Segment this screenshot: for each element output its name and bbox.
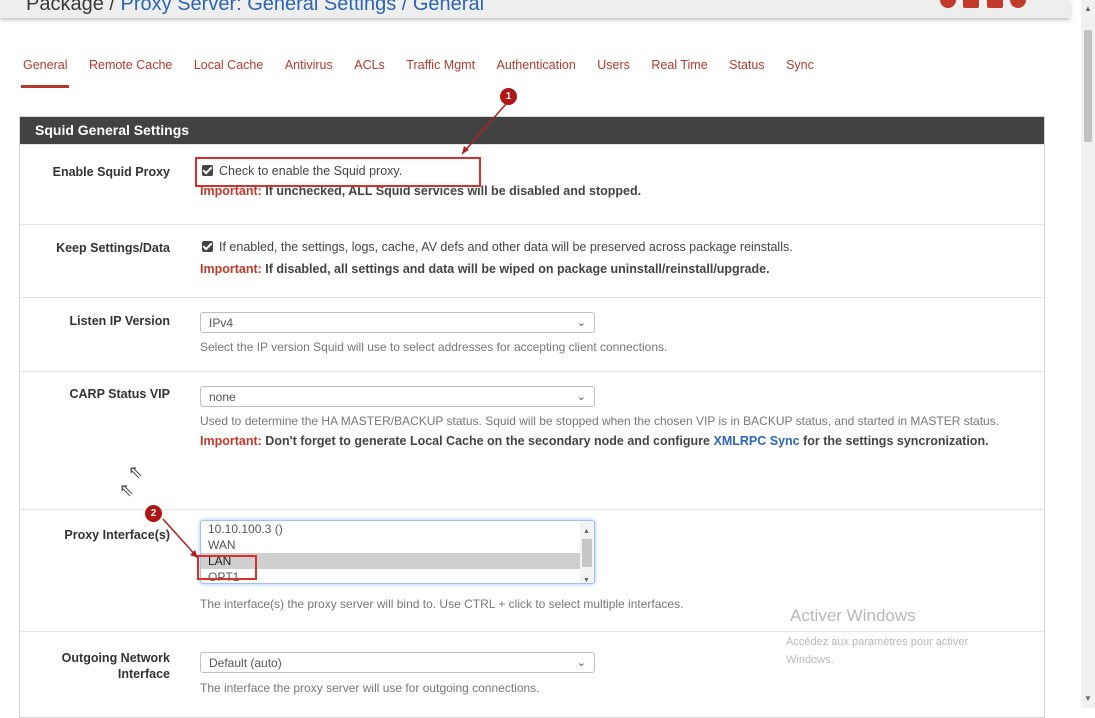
annotation-arrow-1 — [461, 103, 507, 155]
watermark-line-2: Windows. — [786, 654, 834, 666]
annotation-arrow-2 — [162, 518, 199, 559]
annotation-badge-1: 1 — [500, 88, 517, 105]
annotation-arrows — [162, 103, 507, 559]
mouse-cursor-icon: ⇖ — [119, 480, 135, 500]
watermark-line-1: Accédez aux paramètres pour activer — [786, 636, 969, 648]
annotation-badge-2: 2 — [145, 505, 162, 522]
watermark-title: Activer Windows — [790, 606, 916, 625]
